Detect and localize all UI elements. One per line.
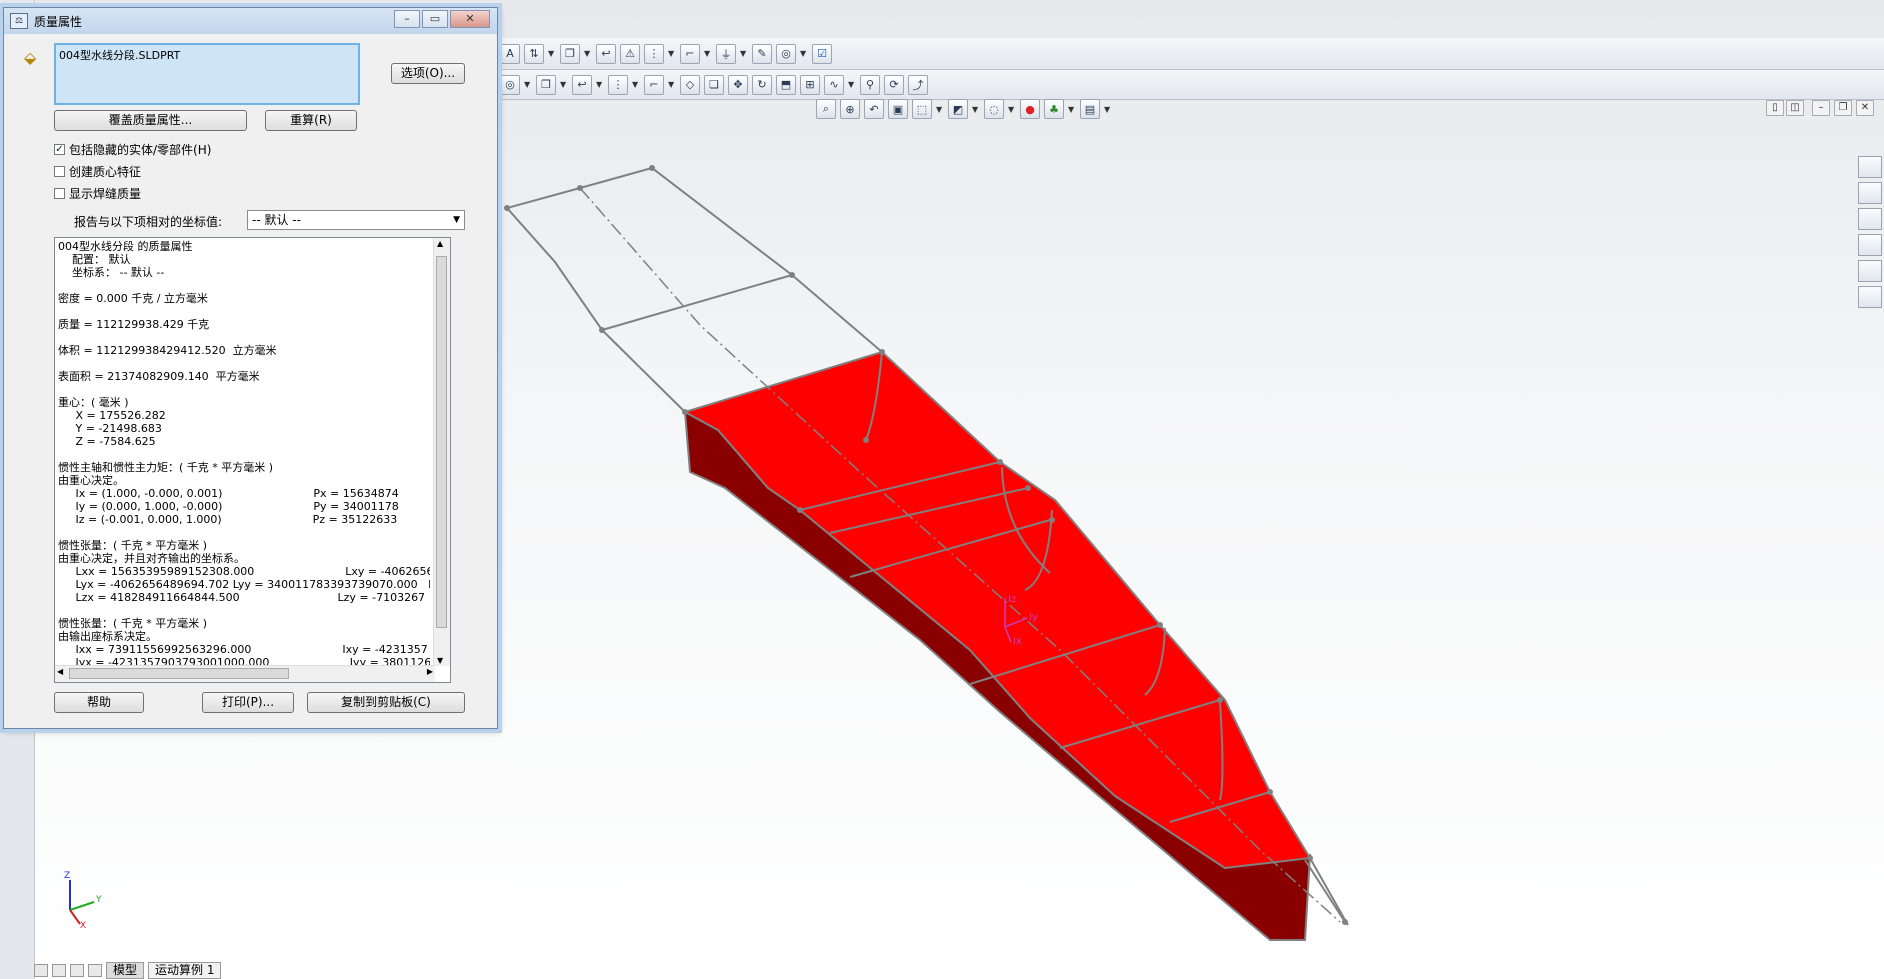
override-mass-properties-button[interactable]: 覆盖质量属性... — [54, 110, 247, 131]
include-hidden-option[interactable]: ✓ 包括隐藏的实体/零部件(H) — [54, 141, 211, 158]
recalculate-button[interactable]: 重算(R) — [265, 110, 357, 131]
report-line: X = 175526.282 — [58, 409, 166, 422]
mass-properties-report[interactable]: 004型水线分段 的质量属性 配置： 默认 坐标系： -- 默认 -- 密度 =… — [54, 237, 451, 683]
report-line: Lyx = -4062656489694.702 Lyy = 340011783… — [75, 578, 430, 591]
dialog-title: 质量属性 — [34, 14, 83, 29]
report-vertical-scrollbar[interactable]: ▲ ▼ — [433, 238, 450, 666]
report-line: 密度 = 0.000 千克 / 立方毫米 — [58, 292, 208, 305]
include-hidden-checkbox[interactable]: ✓ — [54, 144, 65, 155]
report-line: Z = -7584.625 — [58, 435, 156, 448]
report-line: 重心：( 毫米 ) — [58, 396, 129, 409]
scroll-left-icon[interactable]: ◀ — [57, 667, 63, 676]
scroll-down-icon[interactable]: ▼ — [437, 656, 443, 665]
report-line: 质量 = 112129938.429 千克 — [58, 318, 210, 331]
report-line: 体积 = 112129938429412.520 立方毫米 — [58, 344, 277, 357]
dialog-maximize-button[interactable]: ▭ — [422, 10, 448, 28]
report-line — [58, 331, 430, 344]
report-line — [58, 279, 430, 292]
ix-axis — [1004, 626, 1012, 643]
report-line — [58, 448, 430, 461]
selected-item[interactable]: 004型水线分段.SLDPRT — [59, 49, 180, 62]
report-line: 由重心决定。 — [58, 474, 124, 487]
report-line: Ix = (1.000, -0.000, 0.001) Px = 1563487… — [58, 487, 399, 500]
report-line: 坐标系： -- 默认 -- — [58, 266, 165, 279]
mass-properties-dialog: ⚖ 质量属性 – ▭ ✕ ⬙ 004型水线分段.SLDPRT 选项(O)... … — [3, 7, 498, 729]
coordinate-system-value: -- 默认 -- — [252, 213, 301, 227]
report-line: Iz = (-0.001, 0.000, 1.000) Pz = 3512263… — [58, 513, 398, 526]
prev-tab-icon[interactable] — [52, 964, 66, 977]
report-line: Iy = (0.000, 1.000, -0.000) Py = 3400117… — [58, 500, 399, 513]
create-com-option[interactable]: 创建质心特征 — [54, 163, 141, 180]
show-weld-label: 显示焊缝质量 — [69, 187, 142, 201]
report-line — [58, 357, 430, 370]
options-button[interactable]: 选项(O)... — [391, 63, 465, 84]
help-button[interactable]: 帮助 — [54, 692, 144, 713]
coordinate-system-label: 报告与以下项相对的坐标值: — [74, 215, 223, 229]
report-line: Ixx = 73911556992563296.000 Ixy = -42313… — [58, 643, 428, 656]
iy-label: Iy — [1029, 612, 1038, 623]
scroll-up-icon[interactable]: ▲ — [437, 239, 443, 248]
scroll-right-icon[interactable]: ▶ — [427, 667, 433, 676]
create-com-checkbox[interactable] — [54, 166, 65, 177]
report-line — [58, 305, 430, 318]
next-tab-icon[interactable] — [70, 964, 84, 977]
dialog-close-button[interactable]: ✕ — [450, 10, 490, 28]
show-weld-option[interactable]: 显示焊缝质量 — [54, 185, 141, 202]
chevron-down-icon: ▼ — [453, 215, 460, 225]
coordinate-system-select[interactable]: -- 默认 -- ▼ — [247, 210, 465, 230]
last-tab-icon[interactable] — [88, 964, 102, 977]
report-line: Lzx = 418284911664844.500 Lzy = -7103267 — [58, 591, 426, 604]
dialog-minimize-button[interactable]: – — [394, 10, 420, 28]
report-horizontal-scrollbar[interactable]: ◀ ▶ — [55, 665, 435, 682]
report-line: Y = -21498.683 — [58, 422, 162, 435]
tab-model[interactable]: 模型 — [106, 962, 145, 979]
scale-icon: ⚖ — [10, 13, 28, 29]
report-line — [58, 526, 430, 539]
selected-items-list[interactable]: 004型水线分段.SLDPRT — [54, 43, 360, 105]
reference-triad: Z Y X — [64, 871, 102, 928]
show-weld-checkbox[interactable] — [54, 188, 65, 199]
first-tab-icon[interactable] — [34, 964, 48, 977]
report-line — [58, 383, 430, 396]
report-line: 表面积 = 21374082909.140 平方毫米 — [58, 370, 260, 383]
create-com-label: 创建质心特征 — [69, 165, 142, 179]
iy-axis — [1004, 617, 1028, 628]
copy-to-clipboard-button[interactable]: 复制到剪贴板(C) — [307, 692, 465, 713]
triad-x-label: X — [80, 921, 86, 928]
triad-z-label: Z — [64, 871, 70, 881]
ix-label: Ix — [1013, 636, 1022, 647]
part-icon: ⬙ — [24, 48, 37, 67]
principal-axes-symbol: Iz Iy Ix — [1004, 594, 1038, 647]
bottom-tab-bar: 模型 运动算例 1 — [34, 962, 222, 979]
report-line: 惯性张量：( 千克 * 平方毫米 ) — [58, 617, 208, 630]
vertical-scroll-thumb[interactable] — [436, 256, 447, 628]
report-line: 由输出座标系决定。 — [58, 630, 157, 643]
print-button[interactable]: 打印(P)... — [202, 692, 294, 713]
report-line — [58, 604, 430, 617]
horizontal-scroll-thumb[interactable] — [69, 668, 289, 679]
report-line: Lxx = 15635395989152308.000 Lxy = -40626… — [58, 565, 430, 578]
report-line: 配置： 默认 — [58, 253, 131, 266]
report-line: 004型水线分段 的质量属性 — [58, 240, 193, 253]
report-line: 由重心决定，并且对齐输出的坐标系。 — [58, 552, 245, 565]
triad-y-label: Y — [95, 895, 102, 905]
include-hidden-label: 包括隐藏的实体/零部件(H) — [69, 143, 212, 157]
iz-label: Iz — [1008, 594, 1016, 605]
report-text: 004型水线分段 的质量属性 配置： 默认 坐标系： -- 默认 -- 密度 =… — [58, 240, 430, 667]
tab-motion-study[interactable]: 运动算例 1 — [148, 962, 222, 979]
report-line: 惯性张量：( 千克 * 平方毫米 ) — [58, 539, 208, 552]
report-line: 惯性主轴和惯性主力矩：( 千克 * 平方毫米 ) — [58, 461, 274, 474]
